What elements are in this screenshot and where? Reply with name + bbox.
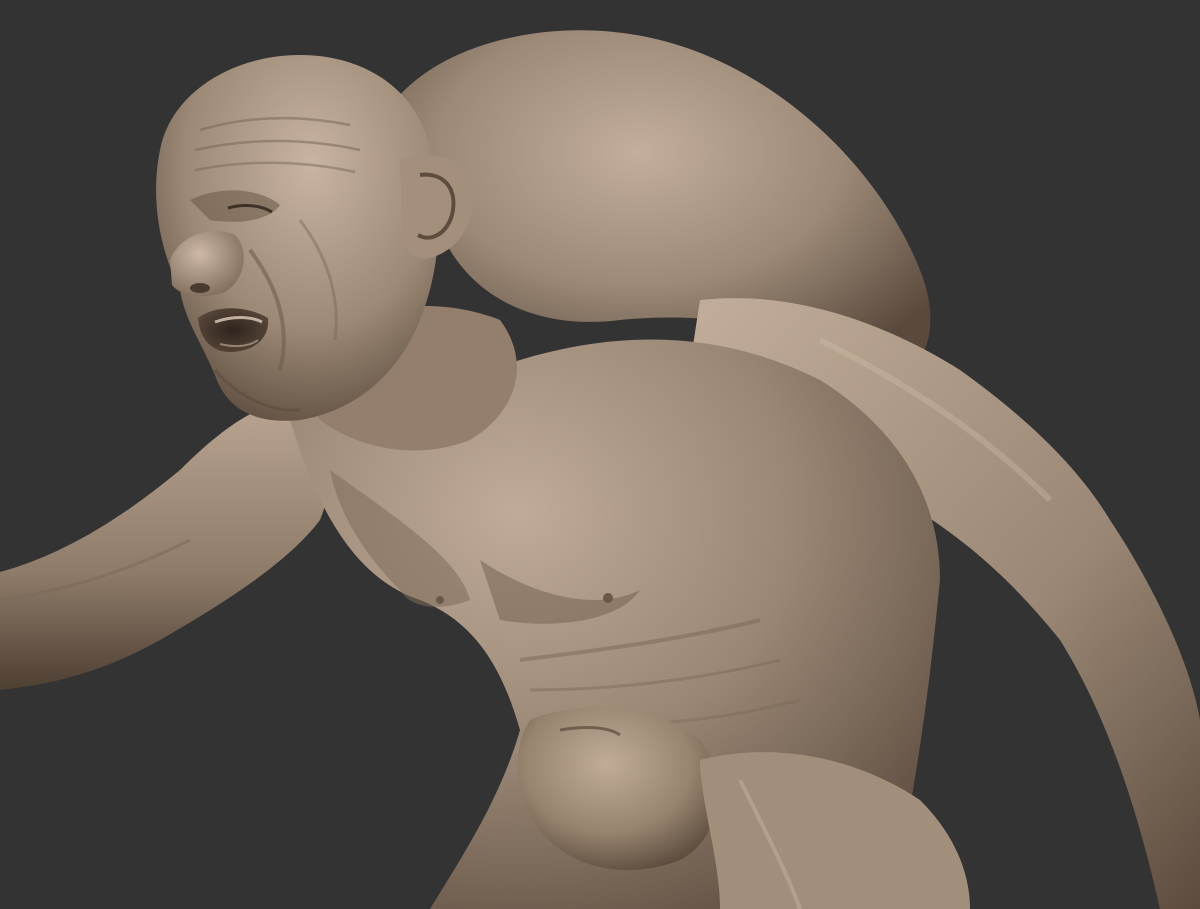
sculpt-render [0,0,1200,909]
render-viewport [0,0,1200,909]
